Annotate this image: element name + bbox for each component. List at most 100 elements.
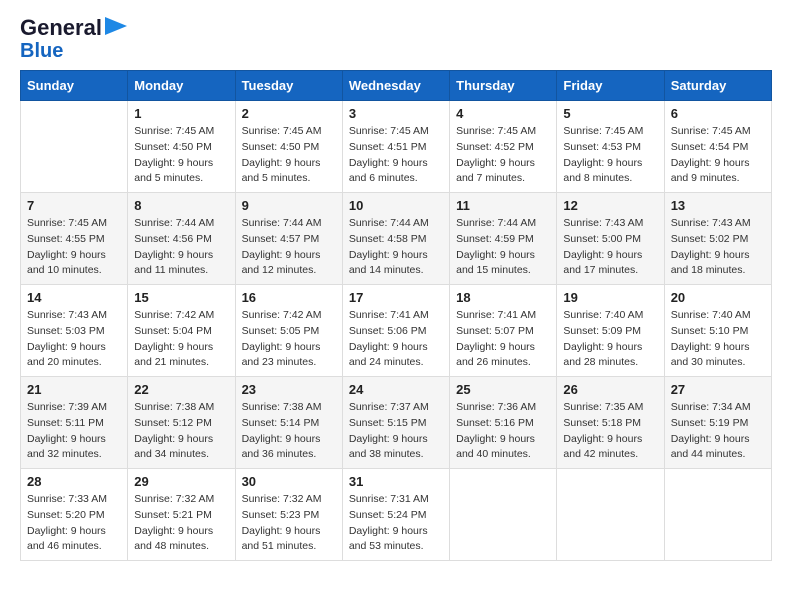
day-info: Sunrise: 7:38 AMSunset: 5:12 PMDaylight:… (134, 400, 228, 463)
calendar-cell: 3 Sunrise: 7:45 AMSunset: 4:51 PMDayligh… (342, 101, 449, 193)
calendar-cell: 8 Sunrise: 7:44 AMSunset: 4:56 PMDayligh… (128, 193, 235, 285)
calendar-week-row: 21 Sunrise: 7:39 AMSunset: 5:11 PMDaylig… (21, 377, 772, 469)
day-number: 30 (242, 474, 336, 489)
weekday-header-row: SundayMondayTuesdayWednesdayThursdayFrid… (21, 71, 772, 101)
day-number: 2 (242, 106, 336, 121)
day-info: Sunrise: 7:32 AMSunset: 5:21 PMDaylight:… (134, 492, 228, 555)
day-info: Sunrise: 7:44 AMSunset: 4:58 PMDaylight:… (349, 216, 443, 279)
day-number: 18 (456, 290, 550, 305)
day-number: 1 (134, 106, 228, 121)
calendar-cell: 11 Sunrise: 7:44 AMSunset: 4:59 PMDaylig… (450, 193, 557, 285)
calendar-cell: 23 Sunrise: 7:38 AMSunset: 5:14 PMDaylig… (235, 377, 342, 469)
calendar-week-row: 1 Sunrise: 7:45 AMSunset: 4:50 PMDayligh… (21, 101, 772, 193)
calendar-cell: 31 Sunrise: 7:31 AMSunset: 5:24 PMDaylig… (342, 469, 449, 561)
page-header: General Blue (20, 16, 772, 62)
day-number: 28 (27, 474, 121, 489)
calendar-cell: 16 Sunrise: 7:42 AMSunset: 5:05 PMDaylig… (235, 285, 342, 377)
weekday-header-tuesday: Tuesday (235, 71, 342, 101)
day-number: 22 (134, 382, 228, 397)
day-number: 17 (349, 290, 443, 305)
day-info: Sunrise: 7:35 AMSunset: 5:18 PMDaylight:… (563, 400, 657, 463)
calendar-week-row: 7 Sunrise: 7:45 AMSunset: 4:55 PMDayligh… (21, 193, 772, 285)
calendar-cell: 1 Sunrise: 7:45 AMSunset: 4:50 PMDayligh… (128, 101, 235, 193)
day-number: 10 (349, 198, 443, 213)
day-number: 20 (671, 290, 765, 305)
day-info: Sunrise: 7:41 AMSunset: 5:06 PMDaylight:… (349, 308, 443, 371)
day-info: Sunrise: 7:45 AMSunset: 4:51 PMDaylight:… (349, 124, 443, 187)
calendar-cell: 27 Sunrise: 7:34 AMSunset: 5:19 PMDaylig… (664, 377, 771, 469)
day-info: Sunrise: 7:34 AMSunset: 5:19 PMDaylight:… (671, 400, 765, 463)
calendar-cell: 25 Sunrise: 7:36 AMSunset: 5:16 PMDaylig… (450, 377, 557, 469)
day-info: Sunrise: 7:45 AMSunset: 4:52 PMDaylight:… (456, 124, 550, 187)
calendar-cell: 13 Sunrise: 7:43 AMSunset: 5:02 PMDaylig… (664, 193, 771, 285)
day-number: 29 (134, 474, 228, 489)
day-number: 24 (349, 382, 443, 397)
calendar-cell: 15 Sunrise: 7:42 AMSunset: 5:04 PMDaylig… (128, 285, 235, 377)
calendar-week-row: 14 Sunrise: 7:43 AMSunset: 5:03 PMDaylig… (21, 285, 772, 377)
day-info: Sunrise: 7:45 AMSunset: 4:53 PMDaylight:… (563, 124, 657, 187)
day-number: 21 (27, 382, 121, 397)
calendar-cell: 12 Sunrise: 7:43 AMSunset: 5:00 PMDaylig… (557, 193, 664, 285)
day-info: Sunrise: 7:43 AMSunset: 5:00 PMDaylight:… (563, 216, 657, 279)
day-number: 23 (242, 382, 336, 397)
day-number: 27 (671, 382, 765, 397)
calendar-cell (450, 469, 557, 561)
day-info: Sunrise: 7:44 AMSunset: 4:57 PMDaylight:… (242, 216, 336, 279)
logo-arrow-icon (105, 17, 127, 35)
calendar-cell (21, 101, 128, 193)
day-info: Sunrise: 7:31 AMSunset: 5:24 PMDaylight:… (349, 492, 443, 555)
day-info: Sunrise: 7:43 AMSunset: 5:02 PMDaylight:… (671, 216, 765, 279)
calendar-cell: 4 Sunrise: 7:45 AMSunset: 4:52 PMDayligh… (450, 101, 557, 193)
calendar-cell: 17 Sunrise: 7:41 AMSunset: 5:06 PMDaylig… (342, 285, 449, 377)
day-number: 6 (671, 106, 765, 121)
calendar-cell: 18 Sunrise: 7:41 AMSunset: 5:07 PMDaylig… (450, 285, 557, 377)
day-info: Sunrise: 7:36 AMSunset: 5:16 PMDaylight:… (456, 400, 550, 463)
day-info: Sunrise: 7:42 AMSunset: 5:04 PMDaylight:… (134, 308, 228, 371)
day-info: Sunrise: 7:38 AMSunset: 5:14 PMDaylight:… (242, 400, 336, 463)
calendar-cell: 5 Sunrise: 7:45 AMSunset: 4:53 PMDayligh… (557, 101, 664, 193)
calendar-cell: 9 Sunrise: 7:44 AMSunset: 4:57 PMDayligh… (235, 193, 342, 285)
day-number: 3 (349, 106, 443, 121)
day-number: 15 (134, 290, 228, 305)
day-number: 31 (349, 474, 443, 489)
day-info: Sunrise: 7:39 AMSunset: 5:11 PMDaylight:… (27, 400, 121, 463)
calendar-cell: 24 Sunrise: 7:37 AMSunset: 5:15 PMDaylig… (342, 377, 449, 469)
day-number: 25 (456, 382, 550, 397)
day-info: Sunrise: 7:42 AMSunset: 5:05 PMDaylight:… (242, 308, 336, 371)
day-number: 4 (456, 106, 550, 121)
weekday-header-monday: Monday (128, 71, 235, 101)
weekday-header-friday: Friday (557, 71, 664, 101)
day-number: 8 (134, 198, 228, 213)
calendar-cell: 14 Sunrise: 7:43 AMSunset: 5:03 PMDaylig… (21, 285, 128, 377)
day-info: Sunrise: 7:32 AMSunset: 5:23 PMDaylight:… (242, 492, 336, 555)
day-info: Sunrise: 7:40 AMSunset: 5:09 PMDaylight:… (563, 308, 657, 371)
day-info: Sunrise: 7:44 AMSunset: 4:59 PMDaylight:… (456, 216, 550, 279)
day-number: 19 (563, 290, 657, 305)
day-number: 11 (456, 198, 550, 213)
calendar-cell: 28 Sunrise: 7:33 AMSunset: 5:20 PMDaylig… (21, 469, 128, 561)
day-number: 12 (563, 198, 657, 213)
day-info: Sunrise: 7:44 AMSunset: 4:56 PMDaylight:… (134, 216, 228, 279)
day-info: Sunrise: 7:45 AMSunset: 4:50 PMDaylight:… (134, 124, 228, 187)
day-number: 13 (671, 198, 765, 213)
calendar-cell: 22 Sunrise: 7:38 AMSunset: 5:12 PMDaylig… (128, 377, 235, 469)
calendar-cell: 29 Sunrise: 7:32 AMSunset: 5:21 PMDaylig… (128, 469, 235, 561)
calendar-cell: 6 Sunrise: 7:45 AMSunset: 4:54 PMDayligh… (664, 101, 771, 193)
weekday-header-thursday: Thursday (450, 71, 557, 101)
day-number: 9 (242, 198, 336, 213)
calendar-cell: 2 Sunrise: 7:45 AMSunset: 4:50 PMDayligh… (235, 101, 342, 193)
day-info: Sunrise: 7:33 AMSunset: 5:20 PMDaylight:… (27, 492, 121, 555)
logo: General Blue (20, 16, 127, 62)
day-info: Sunrise: 7:40 AMSunset: 5:10 PMDaylight:… (671, 308, 765, 371)
weekday-header-sunday: Sunday (21, 71, 128, 101)
calendar-cell: 7 Sunrise: 7:45 AMSunset: 4:55 PMDayligh… (21, 193, 128, 285)
day-info: Sunrise: 7:45 AMSunset: 4:50 PMDaylight:… (242, 124, 336, 187)
calendar-cell: 30 Sunrise: 7:32 AMSunset: 5:23 PMDaylig… (235, 469, 342, 561)
day-number: 26 (563, 382, 657, 397)
day-info: Sunrise: 7:41 AMSunset: 5:07 PMDaylight:… (456, 308, 550, 371)
calendar-cell (557, 469, 664, 561)
calendar-cell: 19 Sunrise: 7:40 AMSunset: 5:09 PMDaylig… (557, 285, 664, 377)
day-info: Sunrise: 7:43 AMSunset: 5:03 PMDaylight:… (27, 308, 121, 371)
day-info: Sunrise: 7:45 AMSunset: 4:54 PMDaylight:… (671, 124, 765, 187)
calendar-cell: 10 Sunrise: 7:44 AMSunset: 4:58 PMDaylig… (342, 193, 449, 285)
